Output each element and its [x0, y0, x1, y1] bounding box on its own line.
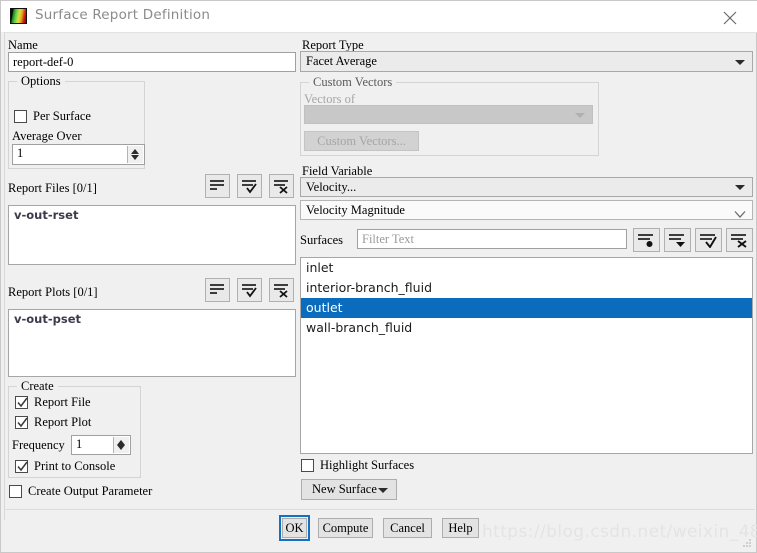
frequency-spinner[interactable]: 1: [71, 435, 131, 455]
list-new-icon[interactable]: [205, 174, 230, 198]
report-files-listbox[interactable]: v-out-rset: [8, 205, 296, 265]
spin-down-icon[interactable]: [131, 155, 139, 160]
left-edge-strip: [1, 32, 5, 520]
report-file-checkbox[interactable]: [15, 396, 28, 409]
window-title: Surface Report Definition: [35, 7, 211, 23]
report-type-combo[interactable]: Facet Average: [300, 51, 753, 72]
chevron-down-icon: [735, 59, 745, 65]
surfaces-listbox[interactable]: inlet interior-branch_fluid outlet wall-…: [300, 257, 753, 454]
close-icon[interactable]: [712, 1, 748, 32]
list-dot-icon[interactable]: [633, 228, 660, 252]
list-delete-icon[interactable]: [726, 228, 753, 252]
report-plots-label: Report Plots [0/1]: [8, 285, 98, 299]
average-over-spinner[interactable]: 1: [12, 144, 145, 165]
list-dropdown-icon[interactable]: [664, 228, 691, 252]
average-over-label: Average Over: [12, 129, 82, 143]
options-group-title: Options: [17, 74, 65, 89]
create-output-parameter-label: Create Output Parameter: [28, 484, 153, 498]
cancel-button[interactable]: Cancel: [383, 518, 432, 538]
resize-grip[interactable]: [742, 539, 752, 549]
chevron-down-icon: [734, 206, 746, 219]
custom-vectors-button: Custom Vectors...: [304, 131, 419, 151]
print-to-console-label: Print to Console: [34, 459, 116, 473]
create-output-parameter-checkbox[interactable]: [9, 485, 22, 498]
report-files-label: Report Files [0/1]: [8, 181, 97, 195]
list-check-icon[interactable]: [237, 278, 262, 302]
surfaces-label: Surfaces: [300, 233, 344, 247]
footer-divider: [4, 509, 755, 510]
list-item[interactable]: interior-branch_fluid: [301, 278, 752, 298]
average-over-spin-buttons[interactable]: [127, 146, 143, 163]
new-surface-button[interactable]: New Surface: [301, 479, 397, 500]
list-item[interactable]: outlet: [301, 298, 752, 318]
per-surface-checkbox[interactable]: [14, 110, 27, 123]
average-over-value: 1: [17, 146, 24, 160]
fluent-app-icon: [10, 8, 27, 24]
name-input[interactable]: report-def-0: [8, 52, 296, 72]
new-surface-label: New Surface: [312, 482, 377, 496]
frequency-value: 1: [76, 437, 83, 451]
list-item[interactable]: wall-branch_fluid: [301, 318, 752, 338]
list-check-icon[interactable]: [695, 228, 722, 252]
ok-button[interactable]: OK: [279, 515, 310, 541]
field-variable-sub-value: Velocity Magnitude: [306, 203, 405, 217]
custom-vectors-group-title: Custom Vectors: [309, 75, 397, 90]
list-item[interactable]: v-out-rset: [9, 206, 295, 225]
report-plots-listbox[interactable]: v-out-pset: [8, 309, 296, 377]
field-variable-value: Velocity...: [306, 180, 357, 194]
highlight-surfaces-checkbox[interactable]: [301, 459, 314, 472]
frequency-label: Frequency: [12, 438, 65, 452]
vectors-of-combo: [304, 105, 593, 124]
list-item[interactable]: v-out-pset: [9, 310, 295, 329]
compute-button[interactable]: Compute: [318, 518, 373, 538]
chevron-down-icon: [575, 112, 585, 118]
field-variable-combo[interactable]: Velocity...: [300, 177, 753, 197]
watermark: https://blog.csdn.net/weixin_48615832: [482, 522, 757, 542]
chevron-down-icon: [735, 185, 745, 190]
field-variable-sub-combo[interactable]: Velocity Magnitude: [300, 200, 753, 220]
report-plot-label: Report Plot: [34, 415, 92, 429]
create-group-title: Create: [17, 379, 58, 394]
highlight-surfaces-label: Highlight Surfaces: [320, 458, 415, 472]
name-label: Name: [8, 38, 38, 52]
spin-down-icon[interactable]: [117, 445, 125, 450]
per-surface-label: Per Surface: [33, 109, 91, 123]
surfaces-filter-input[interactable]: Filter Text: [357, 229, 627, 249]
list-new-icon[interactable]: [205, 278, 230, 302]
help-button[interactable]: Help: [442, 518, 479, 538]
report-type-value: Facet Average: [306, 54, 377, 68]
list-item[interactable]: inlet: [301, 258, 752, 278]
list-check-icon[interactable]: [237, 174, 262, 198]
report-plot-checkbox[interactable]: [15, 416, 28, 429]
frequency-spin-buttons[interactable]: [113, 437, 129, 453]
title-bar: Surface Report Definition: [1, 1, 757, 33]
print-to-console-checkbox[interactable]: [15, 460, 28, 473]
list-delete-icon[interactable]: [269, 174, 294, 198]
list-delete-icon[interactable]: [269, 278, 294, 302]
report-file-label: Report File: [34, 395, 91, 409]
chevron-down-icon: [378, 487, 388, 493]
spin-up-icon[interactable]: [131, 149, 139, 154]
surface-report-definition-dialog: Surface Report Definition Name report-de…: [0, 0, 757, 553]
